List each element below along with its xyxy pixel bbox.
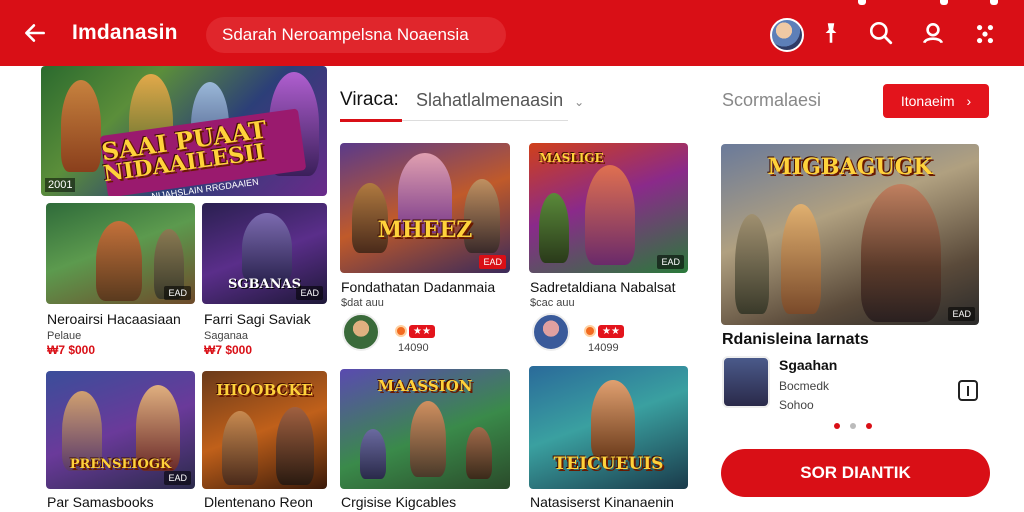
app-title: Imdanasin — [72, 21, 178, 44]
card-logo-text: TEICUEUIS — [553, 454, 664, 474]
cta-button[interactable]: SOR DIANTIK — [721, 449, 990, 497]
filter-divider — [402, 120, 568, 121]
author-meta: Bocmedk — [779, 379, 830, 393]
carousel-dot-active[interactable] — [834, 423, 840, 429]
card-badge: EAD — [296, 286, 323, 300]
coin-icon — [584, 325, 596, 337]
pin-icon[interactable] — [818, 20, 844, 46]
character-figure — [466, 427, 492, 479]
status-dot — [858, 0, 866, 5]
filter-underline — [340, 119, 402, 122]
card-badge: EAD — [479, 255, 506, 269]
info-icon[interactable] — [958, 380, 978, 401]
author-meta: Sohoo — [779, 398, 814, 412]
character-figure — [781, 204, 821, 314]
game-card-thumb[interactable]: EAD — [46, 203, 195, 304]
search-icon[interactable] — [868, 20, 894, 46]
game-card-thumb[interactable]: HIOOBCKE — [202, 371, 327, 489]
character-figure — [410, 401, 446, 477]
card-title[interactable]: Par Samasbooks — [47, 494, 154, 510]
card-title[interactable]: Fondathatan Dadanmaia — [341, 279, 495, 295]
character-figure — [735, 214, 769, 314]
character-figure — [276, 407, 314, 485]
status-dot — [940, 0, 948, 5]
character-figure — [585, 165, 635, 265]
card-badge: EAD — [657, 255, 684, 269]
carousel-dot[interactable] — [866, 423, 872, 429]
filter-dropdown[interactable]: Slahatlalmenaasin ⌄ — [416, 90, 584, 111]
search-field[interactable]: Sdarah Neroampelsna Noaensia — [206, 17, 506, 53]
app-bar: Imdanasin Sdarah Neroampelsna Noaensia — [0, 0, 1024, 66]
featured-logo-text: MIGBAGUGK — [767, 154, 933, 180]
card-logo-text: MHEEZ — [377, 217, 473, 243]
card-title[interactable]: Sadretaldiana Nabalsat — [530, 279, 676, 295]
card-logo-text: MAASSION — [377, 377, 473, 395]
hero-corner: 2001 — [45, 178, 76, 192]
game-card-thumb[interactable]: MHEEZ EAD — [340, 143, 510, 273]
section-label: Scormalaesi — [722, 90, 822, 110]
card-logo-text: MASLIGE — [539, 151, 604, 165]
featured-title[interactable]: Rdanisleina Iarnats — [722, 331, 869, 349]
card-title[interactable]: Dlentenano Reon — [204, 494, 313, 510]
card-title[interactable]: Natasiserst Kinanaenin — [530, 494, 674, 510]
developer-avatar[interactable] — [342, 313, 380, 351]
character-figure — [861, 184, 941, 322]
card-title[interactable]: Farri Sagi Saviak — [204, 311, 311, 327]
card-badge: EAD — [164, 471, 191, 485]
author-avatar[interactable] — [722, 356, 770, 408]
game-card-thumb[interactable]: MASLIGE EAD — [529, 143, 688, 273]
action-button[interactable]: Itonaeim › — [883, 84, 989, 118]
developer-avatar[interactable] — [532, 313, 570, 351]
featured-thumb[interactable]: MIGBAGUGK EAD — [721, 144, 979, 325]
status-dot — [990, 0, 998, 5]
character-figure — [360, 429, 386, 479]
avatar[interactable] — [770, 18, 804, 52]
character-figure — [222, 411, 258, 485]
rating-tag: ★★ — [409, 325, 435, 338]
card-subtitle: $cac auu — [530, 297, 575, 309]
card-logo-text: PRENSEIOGK — [69, 457, 172, 472]
card-title[interactable]: Neroairsi Hacaasiaan — [47, 311, 181, 327]
card-badge: EAD — [164, 286, 191, 300]
game-card-thumb[interactable]: TEICUEUIS — [529, 366, 688, 489]
card-price: ₩7 $000 — [204, 343, 253, 357]
author-name[interactable]: Sgaahan — [779, 357, 837, 373]
game-card-thumb[interactable]: SGBANAS EAD — [202, 203, 327, 304]
chevron-right-icon: › — [966, 93, 972, 109]
card-subtitle: $dat auu — [341, 297, 384, 309]
card-price: ₩7 $000 — [47, 343, 96, 357]
arrow-back-icon[interactable] — [22, 20, 48, 46]
game-card-thumb[interactable]: MAASSION — [340, 369, 510, 489]
filter-value: Slahatlalmenaasin — [416, 90, 564, 110]
character-figure — [242, 213, 292, 283]
carousel-dot[interactable] — [850, 423, 856, 429]
chevron-down-icon: ⌄ — [574, 95, 585, 109]
game-card-thumb[interactable]: PRENSEIOGK EAD — [46, 371, 195, 489]
card-logo-text: HIOOBCKE — [216, 381, 313, 399]
card-subtitle: Pelaue — [47, 330, 82, 342]
card-rating: 14099 — [588, 342, 619, 354]
more-icon[interactable] — [972, 20, 998, 46]
character-figure — [539, 193, 569, 263]
card-subtitle: Saganaa — [204, 330, 249, 342]
action-button-label: Itonaeim — [900, 93, 955, 109]
card-title[interactable]: Crgisise Kigcables — [341, 494, 456, 510]
coin-icon — [395, 325, 407, 337]
character-figure — [96, 221, 142, 301]
profile-icon[interactable] — [920, 20, 946, 46]
filter-label: Viraca: — [340, 89, 399, 110]
hero-banner[interactable]: SAAI PUAAT NIDAAILESII NIJAHSLAIN RRGDAA… — [41, 66, 327, 196]
card-badge: EAD — [948, 307, 975, 321]
rating-tag: ★★ — [598, 325, 624, 338]
card-rating: 14090 — [398, 342, 429, 354]
character-figure — [591, 380, 635, 460]
